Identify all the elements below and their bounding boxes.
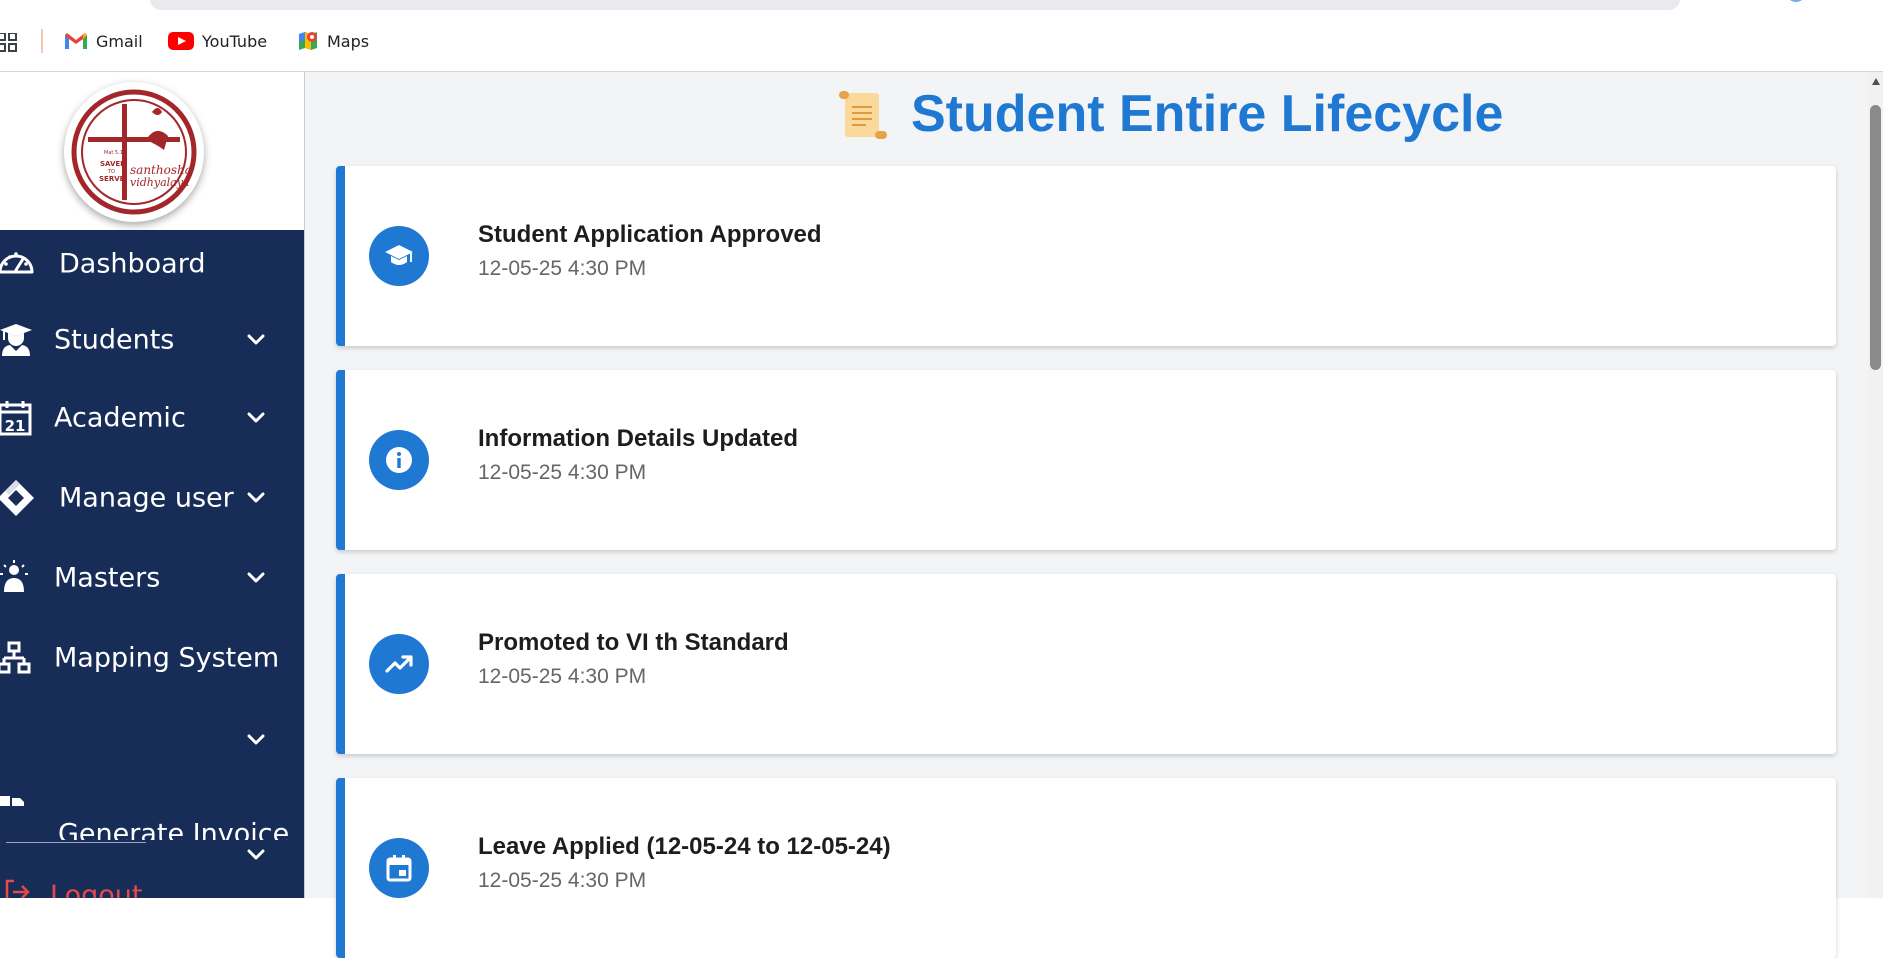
nav-academic-label: Academic bbox=[54, 402, 186, 434]
page-title-text: Student Entire Lifecycle bbox=[911, 85, 1504, 143]
school-seal-icon: Mat 5.16 SAVED TO SERVE santhosha vidhya… bbox=[68, 86, 200, 218]
main-content: Student Entire Lifecycle Student Applica… bbox=[304, 72, 1869, 958]
chevron-down-icon[interactable] bbox=[244, 406, 268, 430]
nav-generate-invoice-label: Generate Invoice bbox=[58, 818, 290, 841]
logout-button[interactable]: Logout bbox=[0, 866, 160, 898]
timeline-card[interactable]: Promoted to VI th Standard 12-05-25 4:30… bbox=[336, 574, 1836, 754]
nav-manage-user-label: Manage user bbox=[59, 482, 234, 514]
logo-saved-text: SAVED bbox=[100, 160, 126, 168]
chevron-down-icon[interactable] bbox=[244, 328, 268, 352]
nav-generate-invoice[interactable]: Generate Invoice bbox=[0, 796, 304, 840]
timeline-card-title: Information Details Updated bbox=[478, 425, 799, 452]
timeline-card-time: 12-05-25 4:30 PM bbox=[478, 665, 647, 688]
youtube-icon bbox=[168, 32, 194, 50]
nav-mapping-system[interactable]: Mapping System bbox=[0, 630, 304, 686]
logo-serve-text: SERVE bbox=[99, 175, 125, 183]
nav-manage-user[interactable]: Manage user bbox=[0, 470, 304, 526]
logo-verse-text: Mat 5.16 bbox=[104, 150, 126, 156]
nav-masters-label: Masters bbox=[54, 562, 161, 594]
chevron-down-icon[interactable] bbox=[244, 843, 268, 867]
bookmark-youtube[interactable]: YouTube bbox=[168, 24, 267, 58]
maps-icon bbox=[299, 32, 317, 50]
graduate-icon bbox=[0, 324, 32, 356]
timeline-card-time: 12-05-25 4:30 PM bbox=[478, 869, 647, 892]
scrollbar[interactable] bbox=[1868, 72, 1883, 898]
timeline-card-time: 12-05-25 4:30 PM bbox=[478, 461, 647, 484]
gmail-icon bbox=[65, 33, 87, 49]
logo-vidhyalaya-text: vidhyalaya bbox=[130, 176, 189, 189]
diamond-icon bbox=[0, 480, 34, 516]
nav-dashboard[interactable]: Dashboard bbox=[0, 236, 304, 292]
sidebar: Mat 5.16 SAVED TO SERVE santhosha vidhya… bbox=[0, 72, 304, 898]
nav-separator bbox=[6, 842, 146, 843]
trending-up-icon bbox=[369, 634, 429, 694]
sitemap-icon bbox=[0, 641, 31, 674]
scroll-up-arrow-icon[interactable] bbox=[1872, 78, 1880, 85]
nav-students-label: Students bbox=[54, 324, 175, 356]
page-title: Student Entire Lifecycle bbox=[835, 84, 1503, 144]
timeline-card-time: 12-05-25 4:30 PM bbox=[478, 257, 647, 280]
apps-grid-icon[interactable] bbox=[0, 33, 18, 53]
calendar-day-text: 21 bbox=[5, 417, 26, 435]
info-icon bbox=[369, 430, 429, 490]
chevron-down-icon[interactable] bbox=[244, 566, 268, 590]
bookmarks-separator bbox=[41, 29, 43, 53]
graduation-cap-icon bbox=[369, 226, 429, 286]
bookmark-gmail-label: Gmail bbox=[96, 31, 143, 51]
chevron-down-icon[interactable] bbox=[244, 728, 268, 752]
settings-person-icon bbox=[0, 560, 28, 592]
timeline-card-title: Student Application Approved bbox=[478, 221, 822, 248]
logo-santhosha-text: santhosha bbox=[130, 163, 192, 177]
scroll-icon bbox=[839, 91, 887, 139]
nav-mapping-system-label: Mapping System bbox=[54, 642, 280, 674]
speedometer-icon bbox=[0, 252, 34, 274]
bookmark-maps-label: Maps bbox=[327, 31, 370, 51]
scrollbar-thumb[interactable] bbox=[1870, 105, 1881, 370]
bookmark-gmail[interactable]: Gmail bbox=[64, 24, 143, 58]
bookmark-maps[interactable]: Maps bbox=[297, 24, 369, 58]
timeline-card[interactable]: Student Application Approved 12-05-25 4:… bbox=[336, 166, 1836, 346]
address-bar[interactable] bbox=[150, 0, 1680, 10]
chevron-down-icon[interactable] bbox=[244, 486, 268, 510]
profile-avatar[interactable] bbox=[1786, 0, 1806, 2]
bookmarks-bar: Gmail YouTube Maps bbox=[0, 24, 1883, 58]
timeline-card-title: Promoted to VI th Standard bbox=[478, 629, 789, 656]
logout-label: Logout bbox=[50, 880, 143, 898]
nav-masters[interactable]: Masters bbox=[0, 550, 304, 606]
nav-students[interactable]: Students bbox=[0, 312, 304, 368]
calendar-icon: 21 bbox=[0, 401, 32, 436]
logo-panel: Mat 5.16 SAVED TO SERVE santhosha vidhya… bbox=[0, 72, 304, 230]
nav-academic[interactable]: 21 Academic bbox=[0, 390, 304, 446]
event-icon bbox=[369, 838, 429, 898]
logout-icon bbox=[5, 879, 30, 898]
school-logo[interactable]: Mat 5.16 SAVED TO SERVE santhosha vidhya… bbox=[64, 82, 204, 222]
invoice-icon bbox=[0, 796, 24, 806]
nav-dashboard-label: Dashboard bbox=[59, 248, 206, 280]
timeline-card[interactable]: Leave Applied (12-05-24 to 12-05-24) 12-… bbox=[336, 778, 1836, 958]
timeline-card-title: Leave Applied (12-05-24 to 12-05-24) bbox=[478, 833, 891, 860]
bookmark-youtube-label: YouTube bbox=[202, 31, 268, 51]
timeline-card[interactable]: Information Details Updated 12-05-25 4:3… bbox=[336, 370, 1836, 550]
